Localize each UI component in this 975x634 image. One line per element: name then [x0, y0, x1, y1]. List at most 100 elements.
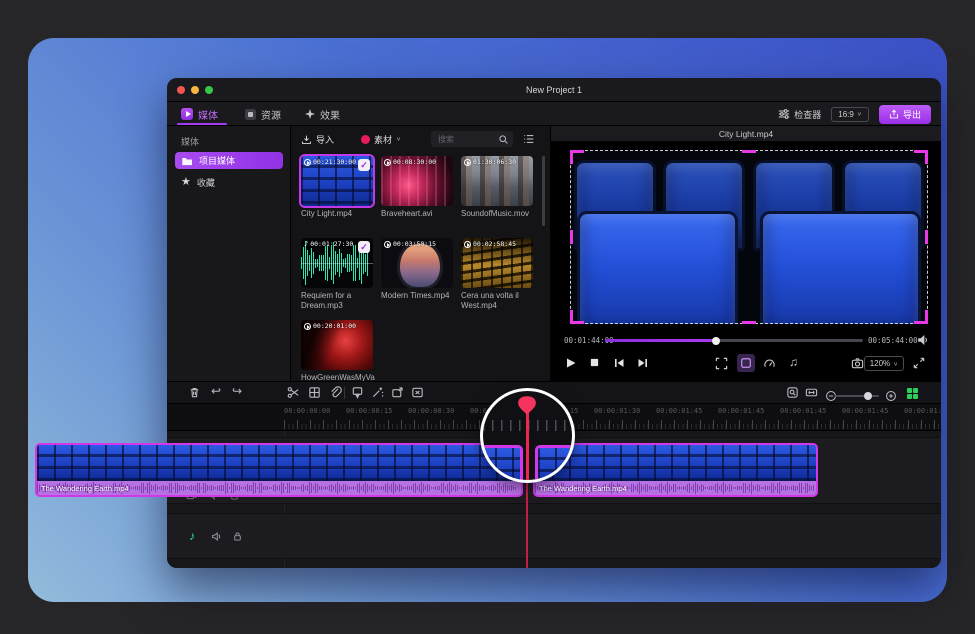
delete-icon[interactable] [188, 386, 201, 399]
media-item-braveheart[interactable]: 00:08:30:00 Braveheart.avi [381, 156, 453, 238]
active-tab-underline [177, 123, 227, 126]
sidebar-header: 媒体 [181, 135, 199, 148]
split-scissors-icon[interactable] [287, 386, 300, 399]
play-circle-icon [384, 241, 391, 248]
media-item-modern-times[interactable]: 00:03:50:15 Modern Times.mp4 [381, 238, 453, 320]
ruler-label: 00:00:01:45 [718, 407, 764, 415]
crop-handle[interactable] [570, 230, 573, 244]
ruler-label: 00:00:00:00 [284, 407, 330, 415]
video-clip-right[interactable]: The Wandering Earth.mp4 [533, 443, 818, 497]
export-upload-icon [889, 109, 899, 119]
media-sidebar: 媒体 项目媒体 ★ 收藏 [167, 126, 291, 381]
search-icon[interactable] [498, 134, 509, 145]
total-timecode: 00:05:44:00 [868, 336, 918, 345]
stop-button[interactable] [589, 357, 600, 368]
preview-seekbar: 00:01:44:00 00:05:44:00 [551, 330, 941, 350]
render-preview-icon[interactable] [411, 386, 424, 399]
preview-panel: City Light.mp4 [551, 126, 941, 381]
fullscreen-icon[interactable] [913, 357, 925, 369]
volume-icon[interactable] [917, 334, 929, 346]
screenshot-stage: New Project 1 媒体 资源 效果 [0, 0, 975, 634]
preview-video[interactable] [570, 150, 928, 324]
crop-handle[interactable] [742, 321, 756, 324]
media-thumbnail: 01:30:06:30 [461, 156, 533, 206]
mute-track-icon[interactable] [211, 531, 222, 542]
search-input[interactable] [431, 135, 498, 144]
playhead-pin-icon[interactable] [515, 395, 539, 416]
aspect-ratio-select[interactable]: 16:9∨ [831, 107, 869, 122]
content-area: 媒体 项目媒体 ★ 收藏 [167, 126, 941, 381]
toolbar-divider [344, 387, 345, 399]
seek-knob[interactable] [712, 337, 720, 345]
media-grid: 00:21:30:00 ✓ City Light.mp4 00:08:30:00… [301, 156, 539, 381]
ruler-label: 00:00:01:45 [842, 407, 888, 415]
crop-handle[interactable] [570, 310, 573, 324]
zoom-slider-knob[interactable] [864, 392, 872, 400]
media-item-requiem[interactable]: ♪00:01:27:30 ✓ Requiem for a Dream.mp3 [301, 238, 373, 320]
transport-controls: ♫ 120%∨ [551, 354, 941, 378]
library-scrollbar[interactable] [542, 156, 545, 226]
undo-icon[interactable]: ↩ [211, 384, 221, 398]
magic-wand-icon[interactable] [371, 386, 384, 399]
magnified-playhead-line [526, 407, 529, 480]
crop-handle[interactable] [925, 150, 928, 164]
media-item-city-light[interactable]: 00:21:30:00 ✓ City Light.mp4 [301, 156, 373, 238]
crop-handle[interactable] [742, 150, 756, 153]
sidebar-item-project-media[interactable]: 项目媒体 [175, 152, 283, 169]
redo-icon[interactable]: ↪ [232, 384, 242, 398]
audio-track-row[interactable]: ♪ A-Group.mp3 [167, 513, 941, 559]
crop-handle[interactable] [570, 150, 573, 164]
material-dropdown[interactable]: 素材∨ [361, 133, 401, 146]
crop-tool-active-bg[interactable] [737, 354, 755, 372]
ruler-label: 00:00:01:30 [594, 407, 640, 415]
sliders-icon [778, 108, 790, 120]
timeline-zoom-slider[interactable] [835, 395, 879, 397]
lock-track-icon[interactable] [232, 531, 243, 542]
play-button[interactable] [565, 357, 577, 369]
media-thumbnail: 00:20:01:00 [301, 320, 373, 370]
import-icon [301, 134, 312, 145]
zoom-in-icon[interactable] [885, 390, 897, 402]
snapshot-camera-icon[interactable] [851, 357, 864, 370]
titlebar: New Project 1 [167, 78, 941, 102]
frame-fit-icon[interactable] [715, 357, 728, 370]
previous-frame-button[interactable] [613, 357, 625, 369]
zoom-to-playhead-icon[interactable] [786, 386, 799, 399]
video-clip-left[interactable]: The Wandering Earth.mp4 [35, 443, 523, 497]
media-name: City Light.mp4 [301, 209, 373, 219]
speed-gauge-icon[interactable] [763, 357, 776, 370]
music-note-icon: ♪ [304, 241, 308, 248]
ruler-label: 00:00:01:45 [780, 407, 826, 415]
media-name: HowGreenWasMyVa [301, 373, 373, 381]
media-thumbnail: 00:03:50:15 [381, 238, 453, 288]
link-icon[interactable] [329, 386, 342, 399]
export-button[interactable]: 导出 [879, 105, 931, 124]
import-button[interactable]: 导入 [301, 133, 334, 146]
media-item-soundofmusic[interactable]: 01:30:06:30 SoundofMusic.mov [461, 156, 533, 238]
fit-timeline-icon[interactable] [805, 386, 818, 399]
effects-tab-icon [305, 109, 315, 119]
track-manager-icon[interactable] [907, 388, 918, 399]
media-thumbnail: 00:08:30:00 [381, 156, 453, 206]
pan-zoom-icon[interactable] [391, 386, 404, 399]
tab-effects[interactable]: 效果 [305, 102, 340, 126]
material-icon [361, 135, 370, 144]
theater-seat [577, 211, 738, 324]
resources-tab-icon [245, 109, 256, 120]
list-view-icon[interactable] [523, 133, 535, 145]
audio-tool-icon[interactable]: ♫ [789, 355, 798, 369]
inspector-button[interactable]: 检查器 [778, 108, 821, 121]
tab-resources[interactable]: 资源 [245, 102, 281, 126]
media-item-howgreen[interactable]: 00:20:01:00 HowGreenWasMyVa [301, 320, 373, 381]
preview-zoom-select[interactable]: 120%∨ [864, 356, 904, 371]
crop-handle[interactable] [925, 230, 928, 244]
sidebar-item-favorites[interactable]: ★ 收藏 [175, 174, 283, 191]
crop-tool-icon [740, 357, 752, 369]
crop-handle[interactable] [925, 310, 928, 324]
next-frame-button[interactable] [637, 357, 649, 369]
media-item-cera-una-volta[interactable]: 00:02:58:45 Cera una volta il West.mp4 [461, 238, 533, 320]
seek-track[interactable] [605, 339, 863, 342]
crop-clip-icon[interactable] [308, 386, 321, 399]
preview-title: City Light.mp4 [551, 126, 941, 142]
marker-icon[interactable] [351, 386, 364, 399]
